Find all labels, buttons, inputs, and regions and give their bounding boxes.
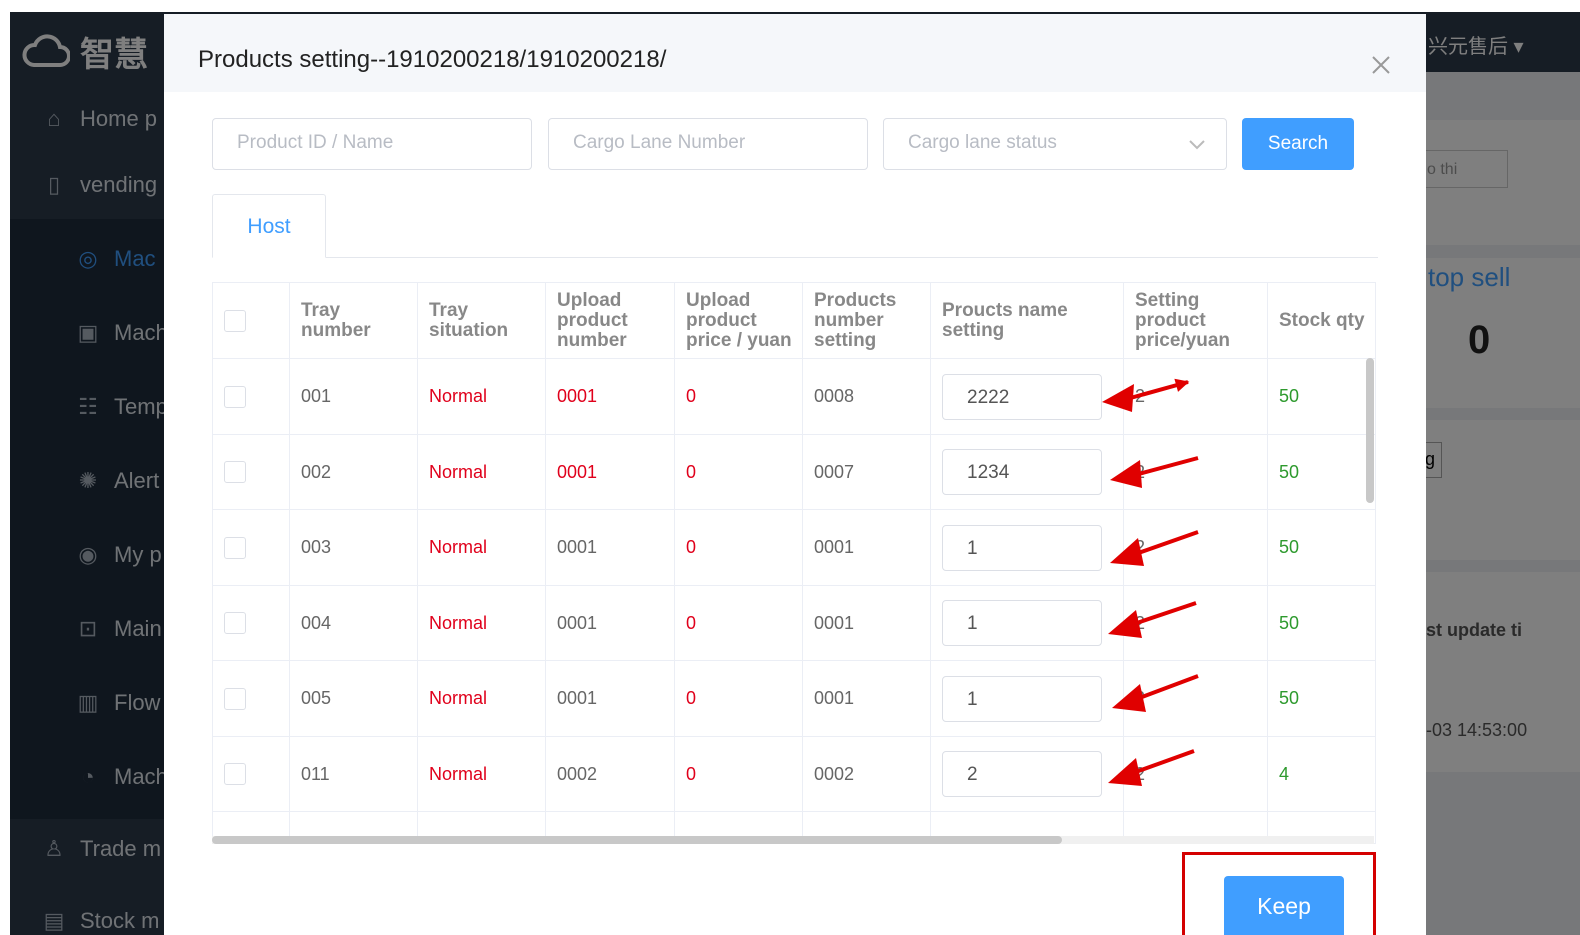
stock-qty: 50 (1268, 586, 1375, 660)
cargo-lane-status-select[interactable]: Cargo lane status (883, 118, 1227, 170)
keep-highlight-box (1182, 852, 1376, 935)
table-row: 004 Normal 0001 0 0001 1 2 50 (213, 586, 1375, 661)
dialog-title: Products setting--1910200218/1910200218/ (198, 46, 667, 73)
screenshot-border-left (0, 0, 10, 935)
tray-situation: Normal (418, 737, 546, 811)
upload-product-price: 0 (675, 737, 803, 811)
tab-host[interactable]: Host (212, 194, 326, 258)
product-name-input[interactable]: 1 (942, 524, 1102, 571)
app-root: 兴元售后 ▾ o thi top sell 0 g st update ti -… (0, 0, 1580, 935)
tray-number: 011 (290, 737, 418, 811)
stock-qty: 50 (1268, 435, 1375, 509)
upload-product-price: 0 (675, 510, 803, 585)
close-icon[interactable] (1366, 50, 1396, 80)
tray-situation: Normal (418, 510, 546, 585)
setting-product-price[interactable]: 2 (1124, 510, 1268, 585)
upload-product-number: 0001 (546, 661, 675, 736)
row-checkbox[interactable] (224, 385, 246, 408)
row-checkbox[interactable] (224, 612, 246, 634)
upload-product-price: 0 (675, 435, 803, 509)
search-button[interactable]: Search (1242, 118, 1354, 170)
product-name-input[interactable]: 1 (942, 675, 1102, 722)
table-row: 003 Normal 0001 0 0001 1 2 50 (213, 510, 1375, 586)
row-checkbox[interactable] (224, 763, 246, 785)
setting-product-price[interactable]: 2 (1124, 359, 1268, 434)
tray-situation: Normal (418, 661, 546, 736)
product-name-input[interactable]: 2222 (942, 373, 1102, 420)
header-setting-product-price[interactable]: Setting product price/yuan (1124, 283, 1268, 358)
products-table: Tray number Tray situation Upload produc… (212, 282, 1376, 844)
upload-product-number: 0001 (546, 586, 675, 660)
products-setting-dialog: Products setting--1910200218/1910200218/… (164, 14, 1426, 935)
products-number-setting: 0002 (803, 737, 931, 811)
upload-product-number: 0001 (546, 359, 675, 434)
header-products-number-setting[interactable]: Products number setting (803, 283, 931, 358)
row-checkbox[interactable] (224, 536, 246, 559)
table-row: 001 Normal 0001 0 0008 2222 2 50 (213, 359, 1375, 435)
product-search-input[interactable]: Product ID / Name (212, 118, 532, 170)
chevron-down-icon (1189, 140, 1205, 150)
select-all-checkbox[interactable] (224, 309, 246, 332)
setting-product-price[interactable]: 2 (1124, 586, 1268, 660)
header-checkbox-cell (213, 283, 290, 358)
upload-product-number: 0002 (546, 737, 675, 811)
row-checkbox[interactable] (224, 461, 246, 483)
stock-qty: 4 (1268, 737, 1375, 811)
stock-qty: 50 (1268, 510, 1375, 585)
header-upload-product-price[interactable]: Upload product price / yuan (675, 283, 803, 358)
product-name-input[interactable]: 2 (942, 751, 1102, 797)
header-products-name-setting[interactable]: Proucts name setting (931, 283, 1124, 358)
products-number-setting: 0001 (803, 661, 931, 736)
table-row: 002 Normal 0001 0 0007 1234 2 50 (213, 435, 1375, 510)
header-upload-product-number[interactable]: Upload product number (546, 283, 675, 358)
upload-product-price: 0 (675, 359, 803, 434)
header-tray-number[interactable]: Tray number (290, 283, 418, 358)
tray-number: 005 (290, 661, 418, 736)
header-stock-qty[interactable]: Stock qty (1268, 283, 1375, 358)
cargo-lane-number-input[interactable]: Cargo Lane Number (548, 118, 868, 170)
tray-number: 004 (290, 586, 418, 660)
screenshot-border-top (0, 0, 1580, 12)
table-vertical-scrollbar[interactable] (1366, 358, 1374, 503)
upload-product-price: 0 (675, 661, 803, 736)
products-number-setting: 0001 (803, 510, 931, 585)
product-name-input[interactable]: 1 (942, 600, 1102, 646)
upload-product-number: 0001 (546, 510, 675, 585)
tray-number: 001 (290, 359, 418, 434)
tray-situation: Normal (418, 586, 546, 660)
table-horizontal-scrollbar[interactable] (212, 836, 1062, 844)
stock-qty: 50 (1268, 661, 1375, 736)
upload-product-number: 0001 (546, 435, 675, 509)
setting-product-price[interactable]: 2 (1124, 435, 1268, 509)
header-tray-situation[interactable]: Tray situation (418, 283, 546, 358)
tray-number: 002 (290, 435, 418, 509)
table-row: 011 Normal 0002 0 0002 2 2 4 (213, 737, 1375, 812)
product-name-input[interactable]: 1234 (942, 449, 1102, 495)
tray-situation: Normal (418, 435, 546, 509)
stock-qty: 50 (1268, 359, 1375, 434)
row-checkbox[interactable] (224, 687, 246, 710)
tab-divider (212, 257, 1378, 258)
setting-product-price[interactable]: 2 (1124, 737, 1268, 811)
tray-number: 003 (290, 510, 418, 585)
products-number-setting: 0007 (803, 435, 931, 509)
table-row: 005 Normal 0001 0 0001 1 2 50 (213, 661, 1375, 737)
tray-situation: Normal (418, 359, 546, 434)
products-number-setting: 0001 (803, 586, 931, 660)
products-number-setting: 0008 (803, 359, 931, 434)
upload-product-price: 0 (675, 586, 803, 660)
setting-product-price[interactable]: 2 (1124, 661, 1268, 736)
table-header-row: Tray number Tray situation Upload produc… (213, 283, 1375, 359)
